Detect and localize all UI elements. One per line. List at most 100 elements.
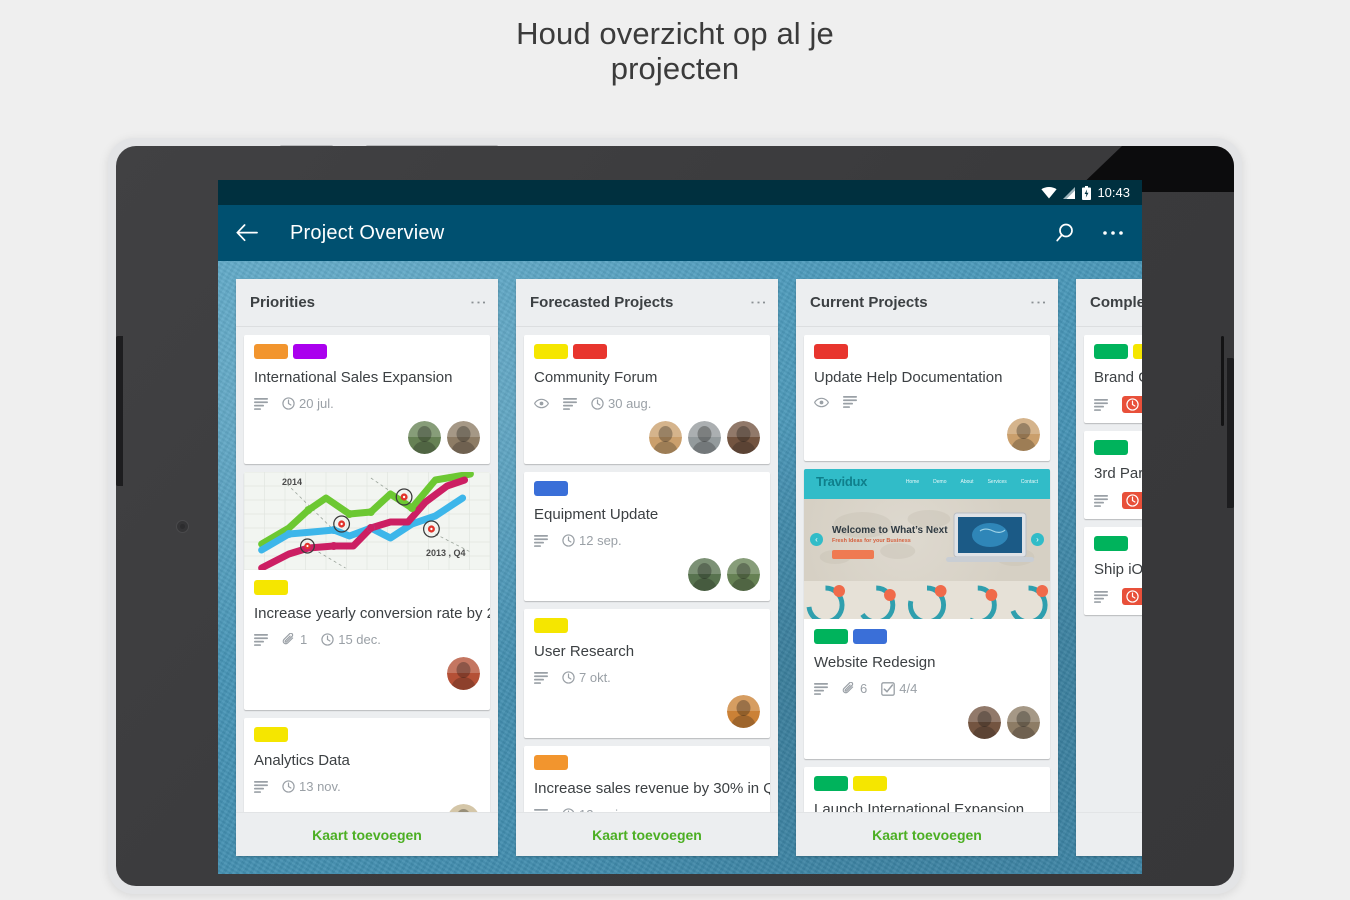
card-label[interactable] — [853, 629, 887, 644]
clock-glyph — [562, 671, 575, 684]
avatar[interactable] — [649, 421, 682, 454]
card-label[interactable] — [534, 618, 568, 633]
avatar[interactable] — [447, 804, 480, 812]
card-badges: 12 sep. — [534, 533, 760, 548]
card-label[interactable] — [1094, 536, 1128, 551]
card-labels — [814, 776, 1040, 791]
card-title: User Research — [534, 643, 635, 660]
board-card[interactable]: Ship iOS App 1 — [1084, 527, 1142, 615]
card-label[interactable] — [254, 580, 288, 595]
card-label[interactable] — [814, 776, 848, 791]
card-label[interactable] — [1094, 440, 1128, 455]
avatar[interactable] — [727, 558, 760, 591]
board-card[interactable]: Equipment Update 12 sep. — [524, 472, 770, 601]
list-title: Completed Projects — [1090, 294, 1142, 311]
avatar[interactable] — [1007, 706, 1040, 739]
cover-carousel-prev[interactable]: ‹ — [810, 533, 823, 546]
board-canvas[interactable]: Priorities ⋮ International Sales Expansi… — [218, 261, 1142, 874]
watch-glyph — [534, 398, 549, 409]
board-card[interactable]: 2014 2013 , Q4 Increase yearly conversio… — [244, 472, 490, 710]
avatar[interactable] — [727, 695, 760, 728]
card-members — [534, 558, 760, 591]
card-labels — [534, 344, 760, 359]
card-label[interactable] — [254, 727, 288, 742]
add-card-button[interactable]: Kaart toevoegen — [1076, 812, 1142, 856]
avatar[interactable] — [727, 421, 760, 454]
wifi-icon — [1041, 186, 1058, 199]
card-badges: 7 okt. — [534, 670, 760, 685]
avatar[interactable] — [968, 706, 1001, 739]
board-card[interactable]: Increase sales revenue by 30% in Q4 12 m… — [524, 746, 770, 812]
card-labels — [254, 344, 480, 359]
card-label[interactable] — [814, 629, 848, 644]
card-labels — [534, 481, 760, 496]
card-label[interactable] — [1094, 344, 1128, 359]
board-card[interactable]: Community Forum 30 aug. — [524, 335, 770, 464]
app-bar: Project Overview — [218, 205, 1142, 261]
status-time: 10:43 — [1097, 185, 1130, 200]
card-label[interactable] — [814, 344, 848, 359]
avatar[interactable] — [408, 421, 441, 454]
board-list[interactable]: Forecasted Projects ⋮ Community Forum 30… — [516, 279, 778, 856]
search-icon[interactable] — [1052, 220, 1078, 246]
back-arrow-icon[interactable] — [234, 220, 260, 246]
card-members — [254, 804, 480, 812]
card-title: Brand Guidelines — [1094, 369, 1142, 386]
overflow-menu-icon[interactable] — [1100, 220, 1126, 246]
board-list[interactable]: Current Projects ⋮ Update Help Documenta… — [796, 279, 1058, 856]
badge-description — [843, 396, 857, 408]
board-card[interactable]: Brand Guidelines 1 — [1084, 335, 1142, 423]
card-list[interactable]: Update Help Documentation Travidux Home D… — [796, 327, 1058, 812]
card-labels — [814, 629, 1040, 644]
list-menu-icon[interactable]: ⋮ — [749, 294, 768, 312]
card-label[interactable] — [534, 344, 568, 359]
board-card[interactable]: User Research 7 okt. — [524, 609, 770, 738]
cover-subhead: Fresh Ideas for your Business — [832, 538, 911, 544]
add-card-button[interactable]: Kaart toevoegen — [236, 812, 498, 856]
card-label[interactable] — [534, 481, 568, 496]
card-list[interactable]: Brand Guidelines 1 3rd Party Integration… — [1076, 327, 1142, 812]
card-list[interactable]: Community Forum 30 aug. Equipment Update… — [516, 327, 778, 812]
badge-description — [534, 671, 548, 684]
card-label[interactable] — [254, 344, 288, 359]
avatar[interactable] — [688, 421, 721, 454]
avatar[interactable] — [688, 558, 721, 591]
avatar[interactable] — [447, 421, 480, 454]
board-card[interactable]: International Sales Expansion 20 jul. — [244, 335, 490, 464]
description-glyph — [1094, 398, 1108, 411]
list-menu-icon[interactable]: ⋮ — [1029, 294, 1048, 312]
badge-description — [1094, 494, 1108, 507]
card-label[interactable] — [293, 344, 327, 359]
board-card[interactable]: Travidux Home Demo About Services Contact We… — [804, 469, 1050, 759]
list-menu-icon[interactable]: ⋮ — [469, 294, 488, 312]
board-list[interactable]: Completed Projects ⋮ Brand Guidelines 1 … — [1076, 279, 1142, 856]
clock-glyph — [1126, 398, 1139, 411]
card-list[interactable]: International Sales Expansion 20 jul. 20… — [236, 327, 498, 812]
add-card-button[interactable]: Kaart toevoegen — [516, 812, 778, 856]
avatar[interactable] — [1007, 418, 1040, 451]
clock-glyph — [282, 397, 295, 410]
board-list[interactable]: Priorities ⋮ International Sales Expansi… — [236, 279, 498, 856]
board-card[interactable]: Update Help Documentation — [804, 335, 1050, 461]
avatar[interactable] — [447, 657, 480, 690]
board-card[interactable]: 3rd Party Integrations 2 — [1084, 431, 1142, 519]
tablet-bezel: 10:43 Project Overview Priorities ⋮ Inte… — [116, 146, 1234, 886]
add-card-button[interactable]: Kaart toevoegen — [796, 812, 1058, 856]
card-title: Equipment Update — [534, 506, 659, 523]
card-label[interactable] — [1133, 344, 1142, 359]
card-label[interactable] — [853, 776, 887, 791]
volume-button[interactable] — [1227, 358, 1234, 508]
board-card[interactable]: Analytics Data 13 nov. — [244, 718, 490, 812]
cover-cta-button[interactable] — [832, 550, 874, 559]
card-title: Community Forum — [534, 369, 658, 386]
badge-description — [254, 633, 268, 646]
card-label[interactable] — [534, 755, 568, 770]
card-badges: 30 aug. — [534, 396, 760, 411]
clock-glyph — [562, 808, 575, 812]
board-card[interactable]: Launch International Expansion 10 dec. — [804, 767, 1050, 812]
cover-carousel-next[interactable]: › — [1031, 533, 1044, 546]
power-button[interactable] — [116, 336, 123, 486]
page-title: Project Overview — [290, 221, 445, 244]
badge-value: 12 sep. — [579, 533, 622, 548]
card-label[interactable] — [573, 344, 607, 359]
